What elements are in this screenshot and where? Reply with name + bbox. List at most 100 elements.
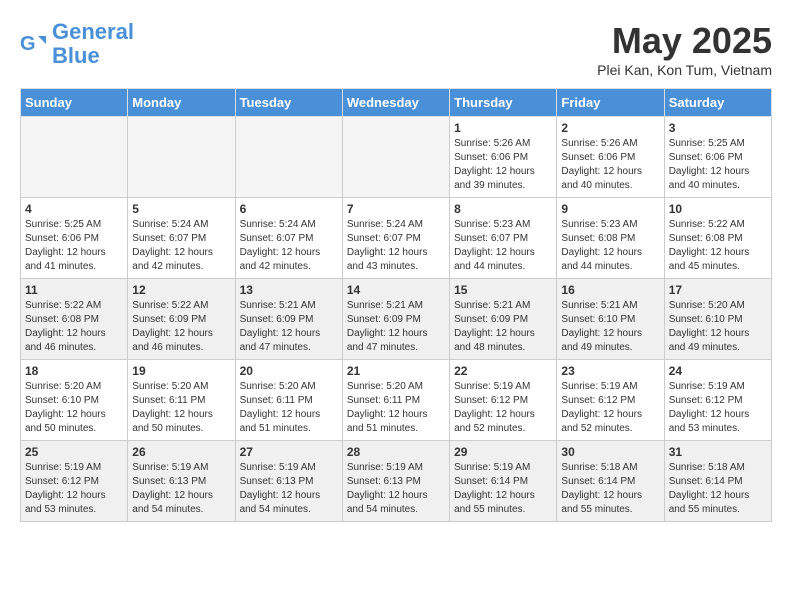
calendar-cell [235,117,342,198]
day-info: Sunrise: 5:24 AMSunset: 6:07 PMDaylight:… [132,218,230,274]
calendar-cell: 22 Sunrise: 5:19 AMSunset: 6:12 PMDayligh… [450,360,557,441]
day-number: 27 [240,445,338,459]
calendar-cell: 21 Sunrise: 5:20 AMSunset: 6:11 PMDayligh… [342,360,449,441]
calendar-cell [21,117,128,198]
calendar-cell: 15 Sunrise: 5:21 AMSunset: 6:09 PMDayligh… [450,279,557,360]
day-header-friday: Friday [557,89,664,117]
week-row-5: 25 Sunrise: 5:19 AMSunset: 6:12 PMDayligh… [21,441,772,522]
day-number: 30 [561,445,659,459]
day-number: 26 [132,445,230,459]
day-header-sunday: Sunday [21,89,128,117]
logo-text: General Blue [52,20,134,68]
day-info: Sunrise: 5:19 AMSunset: 6:14 PMDaylight:… [454,461,552,517]
day-info: Sunrise: 5:19 AMSunset: 6:12 PMDaylight:… [25,461,123,517]
day-number: 3 [669,121,767,135]
day-info: Sunrise: 5:25 AMSunset: 6:06 PMDaylight:… [669,137,767,193]
header-row: SundayMondayTuesdayWednesdayThursdayFrid… [21,89,772,117]
day-number: 16 [561,283,659,297]
day-number: 7 [347,202,445,216]
calendar-cell: 27 Sunrise: 5:19 AMSunset: 6:13 PMDayligh… [235,441,342,522]
calendar-cell: 7 Sunrise: 5:24 AMSunset: 6:07 PMDaylight… [342,198,449,279]
calendar-cell: 2 Sunrise: 5:26 AMSunset: 6:06 PMDaylight… [557,117,664,198]
calendar-cell: 18Sunrise: 5:20 AMSunset: 6:10 PMDayligh… [21,360,128,441]
calendar-cell: 13 Sunrise: 5:21 AMSunset: 6:09 PMDayligh… [235,279,342,360]
day-number: 4 [25,202,123,216]
day-info: Sunrise: 5:20 AMSunset: 6:11 PMDaylight:… [240,380,338,436]
day-number: 10 [669,202,767,216]
day-number: 8 [454,202,552,216]
day-number: 2 [561,121,659,135]
day-info: Sunrise: 5:20 AMSunset: 6:10 PMDaylight:… [669,299,767,355]
week-row-3: 11 Sunrise: 5:22 AMSunset: 6:08 PMDayligh… [21,279,772,360]
day-number: 6 [240,202,338,216]
day-number: 23 [561,364,659,378]
day-info: Sunrise: 5:21 AMSunset: 6:09 PMDaylight:… [240,299,338,355]
day-info: Sunrise: 5:24 AMSunset: 6:07 PMDaylight:… [240,218,338,274]
calendar-cell: 31 Sunrise: 5:18 AMSunset: 6:14 PMDayligh… [664,441,771,522]
calendar-cell: 19 Sunrise: 5:20 AMSunset: 6:11 PMDayligh… [128,360,235,441]
day-header-monday: Monday [128,89,235,117]
day-info: Sunrise: 5:20 AMSunset: 6:11 PMDaylight:… [347,380,445,436]
day-number: 20 [240,364,338,378]
day-info: Sunrise: 5:22 AMSunset: 6:08 PMDaylight:… [25,299,123,355]
svg-text:G: G [20,33,36,55]
calendar-cell: 14 Sunrise: 5:21 AMSunset: 6:09 PMDayligh… [342,279,449,360]
day-info: Sunrise: 5:25 AMSunset: 6:06 PMDaylight:… [25,218,123,274]
day-number: 21 [347,364,445,378]
day-info: Sunrise: 5:21 AMSunset: 6:09 PMDaylight:… [347,299,445,355]
logo: G General Blue [20,20,134,68]
title-block: May 2025 Plei Kan, Kon Tum, Vietnam [597,20,772,78]
day-number: 15 [454,283,552,297]
calendar-cell: 9 Sunrise: 5:23 AMSunset: 6:08 PMDaylight… [557,198,664,279]
day-header-thursday: Thursday [450,89,557,117]
calendar-cell: 10Sunrise: 5:22 AMSunset: 6:08 PMDayligh… [664,198,771,279]
day-info: Sunrise: 5:26 AMSunset: 6:06 PMDaylight:… [561,137,659,193]
day-number: 17 [669,283,767,297]
calendar-cell: 6 Sunrise: 5:24 AMSunset: 6:07 PMDaylight… [235,198,342,279]
calendar-cell: 30 Sunrise: 5:18 AMSunset: 6:14 PMDayligh… [557,441,664,522]
calendar-table: SundayMondayTuesdayWednesdayThursdayFrid… [20,88,772,522]
day-number: 14 [347,283,445,297]
week-row-2: 4 Sunrise: 5:25 AMSunset: 6:06 PMDaylight… [21,198,772,279]
day-number: 11 [25,283,123,297]
day-number: 24 [669,364,767,378]
calendar-cell: 3 Sunrise: 5:25 AMSunset: 6:06 PMDaylight… [664,117,771,198]
calendar-cell [342,117,449,198]
day-number: 25 [25,445,123,459]
day-number: 1 [454,121,552,135]
day-info: Sunrise: 5:23 AMSunset: 6:07 PMDaylight:… [454,218,552,274]
calendar-cell: 12Sunrise: 5:22 AMSunset: 6:09 PMDayligh… [128,279,235,360]
logo-line2: Blue [52,43,100,68]
day-info: Sunrise: 5:24 AMSunset: 6:07 PMDaylight:… [347,218,445,274]
day-info: Sunrise: 5:18 AMSunset: 6:14 PMDaylight:… [561,461,659,517]
day-info: Sunrise: 5:19 AMSunset: 6:12 PMDaylight:… [669,380,767,436]
day-info: Sunrise: 5:20 AMSunset: 6:11 PMDaylight:… [132,380,230,436]
day-number: 5 [132,202,230,216]
day-header-tuesday: Tuesday [235,89,342,117]
calendar-cell: 23Sunrise: 5:19 AMSunset: 6:12 PMDayligh… [557,360,664,441]
day-number: 31 [669,445,767,459]
logo-line1: General [52,19,134,44]
day-info: Sunrise: 5:19 AMSunset: 6:13 PMDaylight:… [132,461,230,517]
month-title: May 2025 [597,20,772,62]
calendar-cell: 20 Sunrise: 5:20 AMSunset: 6:11 PMDayligh… [235,360,342,441]
calendar-cell: 26 Sunrise: 5:19 AMSunset: 6:13 PMDayligh… [128,441,235,522]
day-info: Sunrise: 5:19 AMSunset: 6:13 PMDaylight:… [240,461,338,517]
day-info: Sunrise: 5:21 AMSunset: 6:09 PMDaylight:… [454,299,552,355]
day-number: 9 [561,202,659,216]
day-number: 28 [347,445,445,459]
week-row-4: 18Sunrise: 5:20 AMSunset: 6:10 PMDayligh… [21,360,772,441]
calendar-cell: 4 Sunrise: 5:25 AMSunset: 6:06 PMDaylight… [21,198,128,279]
day-info: Sunrise: 5:19 AMSunset: 6:12 PMDaylight:… [454,380,552,436]
day-header-wednesday: Wednesday [342,89,449,117]
day-info: Sunrise: 5:23 AMSunset: 6:08 PMDaylight:… [561,218,659,274]
day-info: Sunrise: 5:18 AMSunset: 6:14 PMDaylight:… [669,461,767,517]
day-number: 13 [240,283,338,297]
day-header-saturday: Saturday [664,89,771,117]
week-row-1: 1 Sunrise: 5:26 AMSunset: 6:06 PMDaylight… [21,117,772,198]
day-number: 12 [132,283,230,297]
day-number: 22 [454,364,552,378]
page-header: G General Blue May 2025 Plei Kan, Kon Tu… [20,20,772,78]
location: Plei Kan, Kon Tum, Vietnam [597,62,772,78]
day-number: 19 [132,364,230,378]
